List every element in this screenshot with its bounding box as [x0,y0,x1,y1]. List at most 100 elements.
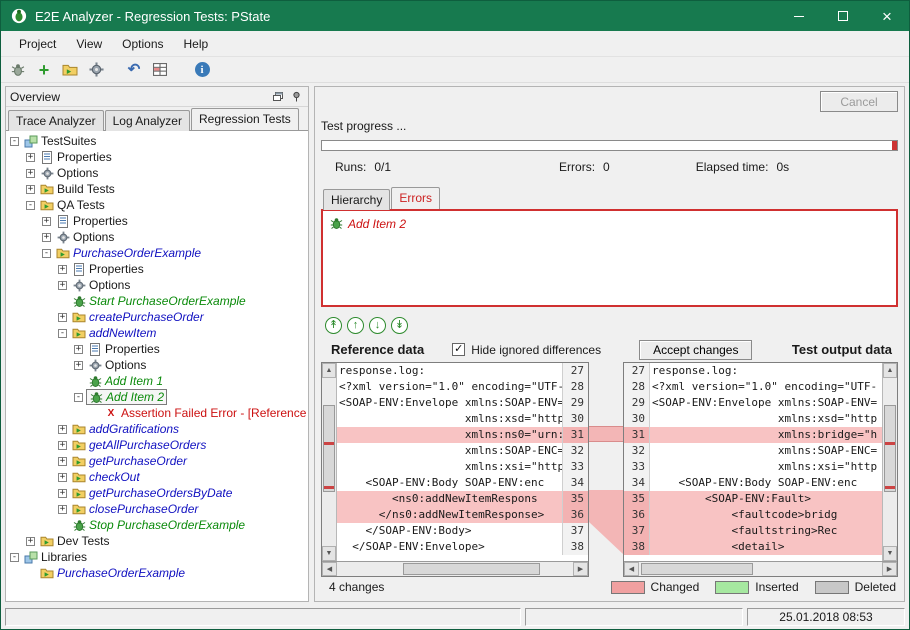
diff-line-33[interactable]: xmlns:xsi="http33 [337,459,588,475]
tree-item-options[interactable]: +Options [6,277,308,293]
tree-item-purchaseorderexample[interactable]: PurchaseOrderExample [6,565,308,581]
menu-item-view[interactable]: View [66,33,112,55]
tree-item-testsuites[interactable]: -TestSuites [6,133,308,149]
tree-item-options[interactable]: +Options [6,357,308,373]
tree-item-libraries[interactable]: -Libraries [6,549,308,565]
diff-line-29[interactable]: 29<SOAP-ENV:Envelope xmlns:SOAP-ENV= [624,395,882,411]
tree-expander-icon[interactable]: + [74,361,83,370]
menu-item-help[interactable]: Help [174,33,219,55]
diff-line-27[interactable]: 27response.log: [624,363,882,379]
tree-expander-icon[interactable]: + [58,457,67,466]
diff-line-27[interactable]: response.log:27 [337,363,588,379]
tree-expander-icon[interactable]: + [42,217,51,226]
undo-icon[interactable]: ↶ [123,59,145,81]
scroll-right-icon[interactable]: ▶ [882,562,897,576]
diff-line-32[interactable]: xmlns:SOAP-ENC=32 [337,443,588,459]
diff-line-38[interactable]: </SOAP-ENV:Envelope>38 [337,539,588,555]
diff-line-35[interactable]: <ns0:addNewItemRespons35 [337,491,588,507]
tree-item-addgratifications[interactable]: +addGratifications [6,421,308,437]
tree-item-build-tests[interactable]: +Build Tests [6,181,308,197]
tree-item-getpurchaseorder[interactable]: +getPurchaseOrder [6,453,308,469]
tree-item-closepurchaseorder[interactable]: +closePurchaseOrder [6,501,308,517]
tree-expander-icon[interactable]: + [42,233,51,242]
tree-expander-icon[interactable]: + [58,441,67,450]
menu-item-options[interactable]: Options [112,33,173,55]
diff-line-31[interactable]: xmlns:ns0="urn:31 [337,427,588,443]
tab-errors[interactable]: Errors [391,187,440,209]
tree-item-options[interactable]: +Options [6,165,308,181]
tree-expander-icon[interactable]: + [58,265,67,274]
tree-expander-icon[interactable]: + [58,281,67,290]
tree-expander-icon[interactable]: + [26,537,35,546]
diff-line-35[interactable]: 35 <SOAP-ENV:Fault> [624,491,882,507]
tree-expander-icon[interactable]: - [10,553,19,562]
previous-change-icon[interactable]: ↑ [347,317,364,334]
tree-item-add-item-1[interactable]: Add Item 1 [6,373,308,389]
tree-item-getallpurchaseorders[interactable]: +getAllPurchaseOrders [6,437,308,453]
hide-ignored-checkbox[interactable]: ✓ [452,343,465,356]
accept-changes-button[interactable]: Accept changes [639,340,752,360]
tree-expander-icon[interactable]: + [58,473,67,482]
scroll-down-icon[interactable]: ▼ [322,546,336,561]
reference-vertical-scrollbar[interactable]: ▲ ▼ [322,363,337,561]
float-window-icon[interactable] [270,90,286,104]
output-vertical-scrollbar[interactable]: ▲ ▼ [882,363,897,561]
tree-expander-icon[interactable]: + [58,505,67,514]
error-list-item[interactable]: Add Item 2 [329,215,890,232]
pin-icon[interactable] [288,90,304,104]
scroll-down-icon[interactable]: ▼ [883,546,897,561]
tree-expander-icon[interactable]: + [26,153,35,162]
tree-expander-icon[interactable]: - [58,329,67,338]
reference-horizontal-scrollbar[interactable]: ◀ ▶ [322,561,588,576]
tree-expander-icon[interactable]: - [74,393,83,402]
next-change-icon[interactable]: ↓ [369,317,386,334]
diff-line-30[interactable]: 30 xmlns:xsd="http [624,411,882,427]
diff-line-31[interactable]: 31 xmlns:bridge="h [624,427,882,443]
tree-expander-icon[interactable]: + [58,489,67,498]
scroll-up-icon[interactable]: ▲ [883,363,897,378]
analyzer-bug-icon[interactable] [7,59,29,81]
minimize-button[interactable] [777,1,821,31]
cancel-button[interactable]: Cancel [820,91,898,112]
diff-line-29[interactable]: <SOAP-ENV:Envelope xmlns:SOAP-ENV=29 [337,395,588,411]
tree-item-properties[interactable]: +Properties [6,261,308,277]
diff-table-icon[interactable] [149,59,171,81]
maximize-button[interactable] [821,1,865,31]
tree-item-getpurchaseordersbydate[interactable]: +getPurchaseOrdersByDate [6,485,308,501]
tree-expander-icon[interactable]: + [74,345,83,354]
tree-item-properties[interactable]: +Properties [6,341,308,357]
close-button[interactable]: × [865,1,909,31]
diff-line-30[interactable]: xmlns:xsd="http30 [337,411,588,427]
tree-item-properties[interactable]: +Properties [6,213,308,229]
tree-item-add-item-2[interactable]: -Add Item 2 [6,389,308,405]
tree-item-options[interactable]: +Options [6,229,308,245]
diff-line-36[interactable]: </ns0:addNewItemResponse>36 [337,507,588,523]
tree-item-assertion-failed-error-reference[interactable]: XAssertion Failed Error - [Reference [6,405,308,421]
output-horizontal-scrollbar[interactable]: ◀ ▶ [624,561,897,576]
tree-expander-icon[interactable]: + [26,169,35,178]
diff-line-37[interactable]: </SOAP-ENV:Body>37 [337,523,588,539]
tree-expander-icon[interactable]: - [42,249,51,258]
last-change-icon[interactable]: ↡ [391,317,408,334]
diff-line-37[interactable]: 37 <faultstring>Rec [624,523,882,539]
tab-regression-tests[interactable]: Regression Tests [191,108,299,130]
diff-line-33[interactable]: 33 xmlns:xsi="http [624,459,882,475]
tree-item-checkout[interactable]: +checkOut [6,469,308,485]
scroll-right-icon[interactable]: ▶ [573,562,588,576]
tree-expander-icon[interactable]: + [58,313,67,322]
tree-expander-icon[interactable]: - [26,201,35,210]
tree-item-dev-tests[interactable]: +Dev Tests [6,533,308,549]
diff-line-34[interactable]: 34 <SOAP-ENV:Body SOAP-ENV:enc [624,475,882,491]
scroll-left-icon[interactable]: ◀ [624,562,639,576]
diff-line-38[interactable]: 38 <detail> [624,539,882,555]
tree-item-purchaseorderexample[interactable]: -PurchaseOrderExample [6,245,308,261]
add-icon[interactable]: + [33,59,55,81]
first-change-icon[interactable]: ↟ [325,317,342,334]
settings-gear-icon[interactable] [85,59,107,81]
diff-line-32[interactable]: 32 xmlns:SOAP-ENC= [624,443,882,459]
diff-line-36[interactable]: 36 <faultcode>bridg [624,507,882,523]
tree-expander-icon[interactable]: + [58,425,67,434]
tree-item-qa-tests[interactable]: -QA Tests [6,197,308,213]
scroll-up-icon[interactable]: ▲ [322,363,336,378]
menu-item-project[interactable]: Project [9,33,66,55]
